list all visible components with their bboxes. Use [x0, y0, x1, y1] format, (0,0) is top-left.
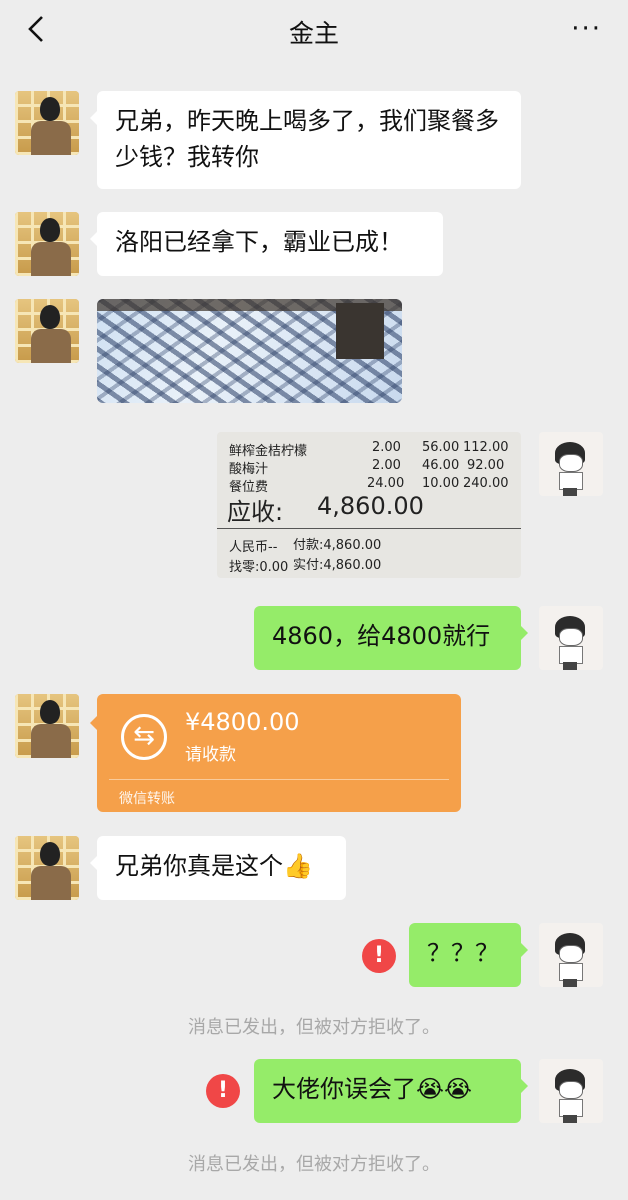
- transfer-arrows-icon: ⇆: [121, 714, 167, 760]
- avatar-contact[interactable]: [15, 91, 79, 155]
- error-icon[interactable]: !: [362, 939, 396, 973]
- avatar-self[interactable]: [539, 432, 603, 496]
- transfer-action: 请收款: [185, 745, 236, 765]
- receipt-actual: 实付:4,860.00: [293, 558, 382, 573]
- receipt-item-price: 10.00: [422, 476, 460, 491]
- game-screenshot-image[interactable]: [97, 299, 402, 403]
- receipt-item-total: 92.00: [467, 458, 505, 473]
- receipt-item-qty: 24.00: [367, 476, 405, 491]
- receipt-due-label: 应收:: [227, 498, 284, 526]
- transfer-amount: ¥4800.00: [185, 708, 300, 736]
- receipt-item-price: 46.00: [422, 458, 460, 473]
- receipt-item-qty: 2.00: [372, 440, 401, 455]
- receipt-item-total: 240.00: [463, 476, 509, 491]
- receipt-item-total: 112.00: [463, 440, 509, 455]
- message-text: 大佬你误会了: [272, 1075, 416, 1103]
- avatar-self[interactable]: [539, 1059, 603, 1123]
- message-bubble-outgoing[interactable]: 4860，给4800就行: [254, 606, 528, 670]
- avatar-self[interactable]: [539, 923, 603, 987]
- message-bubble-incoming[interactable]: 洛阳已经拿下，霸业已成！: [90, 212, 443, 276]
- avatar-contact[interactable]: [15, 299, 79, 363]
- chat-header: 金主 ···: [0, 0, 628, 60]
- avatar-contact[interactable]: [15, 836, 79, 900]
- message-bubble-outgoing[interactable]: 大佬你误会了😭😭: [254, 1059, 528, 1123]
- receipt-currency: 人民币--: [229, 540, 278, 555]
- message-text: 洛阳已经拿下，霸业已成！: [115, 228, 403, 256]
- receipt-item-name: 鲜榨金桔柠檬: [229, 444, 308, 459]
- message-text: 兄弟，昨天晚上喝多了，我们聚餐多少钱？我转你: [115, 107, 499, 171]
- rejected-notice: 消息已发出，但被对方拒收了。: [188, 1017, 440, 1038]
- transfer-divider: [109, 779, 449, 780]
- receipt-divider: [217, 528, 521, 529]
- receipt-item-qty: 2.00: [372, 458, 401, 473]
- receipt-photo-image[interactable]: 鲜榨金桔柠檬 2.00 56.00 112.00 酸梅汁 2.00 46.00 …: [217, 432, 521, 578]
- avatar-self[interactable]: [539, 606, 603, 670]
- avatar-contact[interactable]: [15, 694, 79, 758]
- message-bubble-outgoing[interactable]: ？？？: [409, 923, 528, 987]
- wechat-transfer-card[interactable]: ⇆ ¥4800.00 请收款 微信转账: [90, 694, 461, 812]
- message-bubble-incoming[interactable]: 兄弟，昨天晚上喝多了，我们聚餐多少钱？我转你: [90, 91, 521, 189]
- rejected-notice: 消息已发出，但被对方拒收了。: [188, 1154, 440, 1175]
- receipt-change: 找零:0.00: [229, 560, 289, 575]
- more-options-icon[interactable]: ···: [571, 14, 602, 44]
- crying-emoji: 😭😭: [416, 1075, 473, 1103]
- message-text: 兄弟你真是这个: [115, 852, 283, 880]
- error-icon[interactable]: !: [206, 1074, 240, 1108]
- thumbs-up-emoji: 👍: [283, 852, 313, 880]
- receipt-due-value: 4,860.00: [317, 492, 424, 520]
- avatar-contact[interactable]: [15, 212, 79, 276]
- message-bubble-incoming[interactable]: 兄弟你真是这个👍: [90, 836, 346, 900]
- receipt-paid: 付款:4,860.00: [293, 538, 382, 553]
- receipt-item-name: 酸梅汁: [229, 462, 269, 477]
- chat-title: 金主: [288, 19, 339, 48]
- transfer-footer: 微信转账: [119, 791, 175, 807]
- message-text: ？？？: [427, 939, 499, 967]
- receipt-item-price: 56.00: [422, 440, 460, 455]
- message-text: 4860，给4800就行: [272, 622, 491, 650]
